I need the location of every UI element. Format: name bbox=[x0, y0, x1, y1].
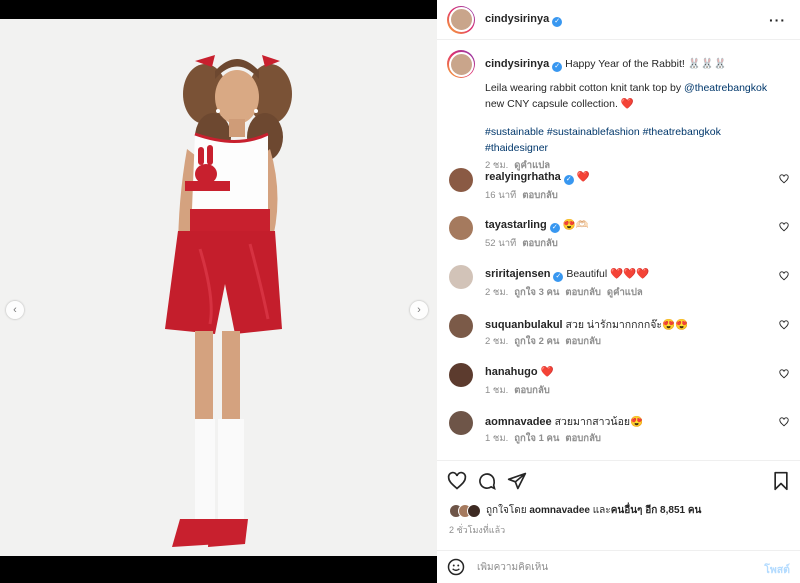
reply-link[interactable]: ตอบกลับ bbox=[565, 433, 601, 444]
commenter-avatar[interactable] bbox=[449, 411, 473, 435]
translate-link[interactable]: ดูคำแปล bbox=[607, 287, 643, 298]
comment-time[interactable]: 2 ชม. bbox=[485, 287, 508, 298]
caption-title: Happy Year of the Rabbit! 🐰🐰🐰 bbox=[565, 58, 727, 70]
more-options-icon[interactable]: ··· bbox=[769, 12, 786, 28]
caption-avatar[interactable] bbox=[447, 50, 475, 78]
bookmark-icon[interactable] bbox=[771, 471, 791, 491]
comment-row: tayastarling ✓ 😍🫶🏻 52 นาที ตอบกลับ bbox=[449, 216, 789, 256]
verified-badge-icon: ✓ bbox=[553, 272, 564, 282]
caption-hashtags[interactable]: #sustainable #sustainablefashion #theatr… bbox=[485, 124, 785, 156]
comment-row: sriritajensen ✓ Beautiful ❤️❤️❤️ 2 ชม. ถูกใ… bbox=[449, 265, 789, 305]
comment-time[interactable]: 2 ชม. bbox=[485, 336, 508, 347]
like-comment-heart-icon[interactable] bbox=[779, 271, 789, 281]
comment-text: ❤️ bbox=[540, 366, 554, 378]
comment-time[interactable]: 1 ชม. bbox=[485, 433, 508, 444]
post-header: cindysirinya ✓ ··· bbox=[437, 0, 800, 40]
reply-link[interactable]: ตอบกลับ bbox=[522, 238, 558, 249]
verified-badge-icon: ✓ bbox=[563, 175, 574, 185]
likes-summary: ถูกใจโดย aomnavadee และคนอื่นๆ อีก 8,851… bbox=[449, 503, 701, 518]
commenter-username[interactable]: sriritajensen bbox=[485, 268, 550, 280]
comment-input[interactable] bbox=[477, 561, 727, 573]
post-side-panel: cindysirinya ✓ ··· cindysirinya ✓ Happy Ye… bbox=[437, 0, 800, 583]
comment-likes[interactable]: ถูกใจ 1 คน bbox=[514, 433, 559, 444]
emoji-icon[interactable] bbox=[447, 558, 465, 576]
likes-others-link[interactable]: คนอื่นๆ อีก 8,851 คน bbox=[611, 505, 702, 516]
liker-avatar bbox=[467, 503, 481, 518]
comments-list[interactable]: cindysirinya ✓ Happy Year of the Rabbit! … bbox=[437, 40, 800, 460]
post-comment-button[interactable]: โพสต์ bbox=[764, 561, 790, 578]
commenter-avatar[interactable] bbox=[449, 265, 473, 289]
commenter-avatar[interactable] bbox=[449, 363, 473, 387]
post-image[interactable]: ‹ › bbox=[0, 19, 437, 556]
chevron-left-icon[interactable]: ‹ bbox=[6, 301, 24, 319]
comment-text: Beautiful ❤️❤️❤️ bbox=[566, 268, 650, 280]
author-username[interactable]: cindysirinya bbox=[485, 13, 549, 25]
reply-link[interactable]: ตอบกลับ bbox=[565, 336, 601, 347]
verified-badge-icon: ✓ bbox=[552, 62, 563, 72]
instagram-post-modal: ‹ › cindysirinya ✓ ··· cindysirinya ✓ Ha… bbox=[0, 0, 800, 583]
share-icon[interactable] bbox=[507, 471, 527, 491]
comment-time[interactable]: 16 นาที bbox=[485, 190, 516, 201]
likes-user[interactable]: aomnavadee bbox=[529, 505, 590, 516]
commenter-username[interactable]: tayastarling bbox=[485, 219, 547, 231]
caption-mention-link[interactable]: @theatrebangkok bbox=[684, 82, 767, 94]
comment-text: สวย น่ารักมากกกกจ๊ะ😍😍 bbox=[565, 319, 689, 331]
comment-time[interactable]: 1 ชม. bbox=[485, 385, 508, 396]
reply-link[interactable]: ตอบกลับ bbox=[522, 190, 558, 201]
comment-text: 😍🫶🏻 bbox=[562, 219, 589, 231]
commenter-username[interactable]: realyingrhatha bbox=[485, 171, 561, 183]
heart-icon[interactable] bbox=[447, 471, 467, 491]
verified-badge-icon: ✓ bbox=[549, 223, 560, 233]
comment-row: aomnavadee สวยมากสาวน้อย😍 1 ชม. ถูกใจ 1 คน… bbox=[449, 411, 789, 451]
comment-text: ❤️ bbox=[576, 171, 590, 183]
caption-body-suffix: new CNY capsule collection. ❤️ bbox=[485, 98, 634, 110]
chevron-right-icon[interactable]: › bbox=[410, 301, 428, 319]
add-comment-bar: โพสต์ bbox=[437, 550, 800, 583]
commenter-username[interactable]: hanahugo bbox=[485, 366, 538, 378]
author-avatar[interactable] bbox=[447, 5, 475, 34]
comment-icon[interactable] bbox=[477, 471, 497, 491]
likes-prefix: ถูกใจโดย bbox=[486, 505, 530, 516]
like-comment-heart-icon[interactable] bbox=[779, 222, 789, 232]
post-time[interactable]: 2 ชั่วโมงที่แล้ว bbox=[449, 523, 505, 537]
verified-badge-icon: ✓ bbox=[552, 16, 563, 27]
reply-link[interactable]: ตอบกลับ bbox=[514, 385, 550, 396]
post-actions: ถูกใจโดย aomnavadee และคนอื่นๆ อีก 8,851… bbox=[437, 460, 800, 550]
comment-likes[interactable]: ถูกใจ 2 คน bbox=[514, 336, 559, 347]
commenter-username[interactable]: aomnavadee bbox=[485, 416, 552, 428]
comment-row: hanahugo ❤️ 1 ชม. ตอบกลับ bbox=[449, 363, 789, 403]
like-comment-heart-icon[interactable] bbox=[779, 320, 789, 330]
commenter-username[interactable]: suquanbulakul bbox=[485, 319, 563, 331]
comment-time[interactable]: 52 นาที bbox=[485, 238, 516, 249]
caption-username[interactable]: cindysirinya bbox=[485, 58, 549, 70]
like-comment-heart-icon[interactable] bbox=[779, 417, 789, 427]
comment-row: realyingrhatha ✓ ❤️ 16 นาที ตอบกลับ bbox=[449, 168, 789, 208]
commenter-avatar[interactable] bbox=[449, 216, 473, 240]
comment-row: suquanbulakul สวย น่ารักมากกกกจ๊ะ😍😍 2 ชม.… bbox=[449, 314, 789, 354]
commenter-avatar[interactable] bbox=[449, 314, 473, 338]
like-comment-heart-icon[interactable] bbox=[779, 174, 789, 184]
like-comment-heart-icon[interactable] bbox=[779, 369, 789, 379]
likes-mid: และ bbox=[589, 505, 611, 516]
comment-likes[interactable]: ถูกใจ 3 คน bbox=[514, 287, 559, 298]
comment-text: สวยมากสาวน้อย😍 bbox=[554, 416, 644, 428]
photo-girl-red-outfit bbox=[0, 19, 437, 556]
commenter-avatar[interactable] bbox=[449, 168, 473, 192]
reply-link[interactable]: ตอบกลับ bbox=[565, 287, 601, 298]
caption-body: Leila wearing rabbit cotton knit tank to… bbox=[485, 82, 685, 94]
